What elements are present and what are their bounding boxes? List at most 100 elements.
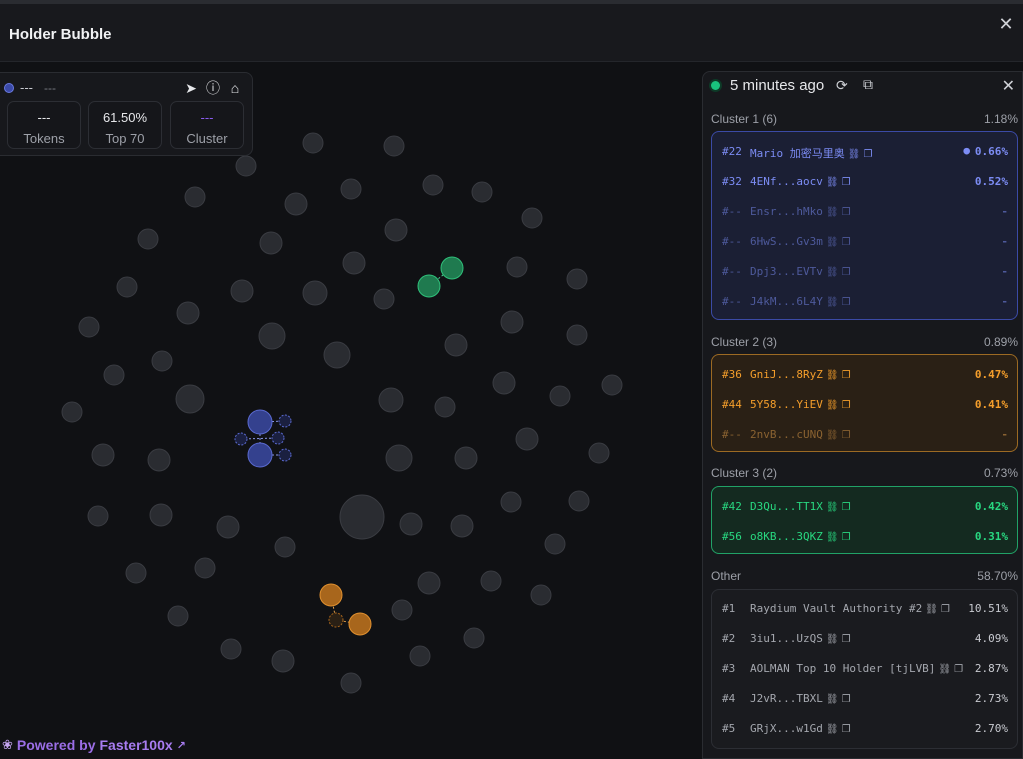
holder-row[interactable]: #42 D3Qu...TT1X ⛓ ❐ 0.42% <box>722 498 1008 516</box>
holder-bubble[interactable] <box>184 186 206 208</box>
copy-icon[interactable]: ❐ <box>842 502 851 513</box>
holder-bubble[interactable] <box>149 503 173 527</box>
holder-row[interactable]: #-- Ensr...hMko ⛓ ❐ - <box>722 203 1008 221</box>
holder-address[interactable]: 6HwS...Gv3m <box>750 235 823 248</box>
holder-bubble[interactable] <box>340 672 362 694</box>
holder-bubble[interactable] <box>383 135 405 157</box>
holder-address[interactable]: Raydium Vault Authority #2 <box>750 602 922 615</box>
holder-bubble[interactable] <box>566 324 588 346</box>
cluster-2-bubble[interactable] <box>328 612 344 628</box>
holder-bubble[interactable] <box>323 341 351 369</box>
holder-address[interactable]: GniJ...8RyZ <box>750 368 823 381</box>
copy-icon[interactable]: ❐ <box>842 237 851 248</box>
cluster-1-bubble[interactable] <box>278 448 292 462</box>
holder-address[interactable]: Mario 加密马里奥 <box>750 147 845 160</box>
holder-bubble[interactable] <box>391 599 413 621</box>
cluster-1-bubble[interactable] <box>234 432 248 446</box>
holder-bubble[interactable] <box>61 401 83 423</box>
holder-address[interactable]: 2nvB...cUNQ <box>750 428 823 441</box>
holder-address[interactable]: o8KB...3QKZ <box>750 530 823 543</box>
holder-bubble[interactable] <box>515 427 539 451</box>
holder-bubble[interactable] <box>147 448 171 472</box>
holder-bubble[interactable] <box>399 512 423 536</box>
link-icon[interactable]: ⛓ <box>826 400 839 411</box>
close-panel-icon[interactable]: ✕ <box>1002 76 1015 96</box>
copy-icon[interactable]: ❐ <box>842 400 851 411</box>
tag-icon[interactable]: ⌂ <box>227 80 243 96</box>
holder-row[interactable]: #3 AOLMAN Top 10 Holder [tjLVB] ⛓ ❐ 2.87% <box>722 660 1008 678</box>
holder-bubble[interactable] <box>151 350 173 372</box>
link-icon[interactable]: ⛓ <box>826 694 839 705</box>
copy-icon[interactable]: ❐ <box>842 267 851 278</box>
holder-bubble[interactable] <box>216 515 240 539</box>
holder-bubble[interactable] <box>471 181 493 203</box>
holder-bubble[interactable] <box>339 494 385 540</box>
holder-bubble[interactable] <box>378 387 404 413</box>
holder-bubble[interactable] <box>302 280 328 306</box>
bubble-map-svg[interactable] <box>0 63 700 759</box>
holder-bubble[interactable] <box>230 279 254 303</box>
holder-bubble[interactable] <box>274 536 296 558</box>
holder-address[interactable]: D3Qu...TT1X <box>750 500 823 513</box>
holder-bubble[interactable] <box>500 310 524 334</box>
holder-bubble[interactable] <box>450 514 474 538</box>
copy-icon[interactable]: ❐ <box>842 207 851 218</box>
copy-icon[interactable]: ❐ <box>954 664 963 675</box>
copy-icon[interactable]: ❐ <box>842 297 851 308</box>
holder-bubble[interactable] <box>544 533 566 555</box>
copy-icon[interactable]: ❐ <box>842 694 851 705</box>
holder-bubble[interactable] <box>116 276 138 298</box>
holder-bubble[interactable] <box>492 371 516 395</box>
holder-row[interactable]: #2 3iu1...UzQS ⛓ ❐ 4.09% <box>722 630 1008 648</box>
holder-address[interactable]: GRjX...w1Gd <box>750 722 823 735</box>
cluster-1-bubble[interactable] <box>271 431 285 445</box>
holder-bubble[interactable] <box>91 443 115 467</box>
help-icon[interactable]: ⓘ <box>205 80 221 96</box>
holder-address[interactable]: 5Y58...YiEV <box>750 398 823 411</box>
holder-row[interactable]: #-- J4kM...6L4Y ⛓ ❐ - <box>722 293 1008 311</box>
link-icon[interactable]: ⛓ <box>826 430 839 441</box>
holder-bubble[interactable] <box>444 333 468 357</box>
cluster-2-bubble[interactable] <box>319 583 343 607</box>
link-icon[interactable]: ⛓ <box>826 297 839 308</box>
holder-bubble[interactable] <box>409 645 431 667</box>
holder-bubble[interactable] <box>167 605 189 627</box>
holder-bubble[interactable] <box>284 192 308 216</box>
holder-bubble[interactable] <box>342 251 366 275</box>
holder-row[interactable]: #-- Dpj3...EVTv ⛓ ❐ - <box>722 263 1008 281</box>
holder-bubble[interactable] <box>463 627 485 649</box>
copy-icon[interactable]: ❐ <box>842 177 851 188</box>
holder-bubble[interactable] <box>258 322 286 350</box>
link-icon[interactable]: ⛓ <box>938 664 951 675</box>
cluster-1-bubbles[interactable] <box>234 409 292 468</box>
link-icon[interactable]: ⛓ <box>826 532 839 543</box>
cluster-3-bubbles[interactable] <box>417 256 464 298</box>
holder-row[interactable]: #56 o8KB...3QKZ ⛓ ❐ 0.31% <box>722 528 1008 546</box>
holder-bubble[interactable] <box>125 562 147 584</box>
cluster-1-bubble[interactable] <box>247 442 273 468</box>
holder-address[interactable]: J4kM...6L4Y <box>750 295 823 308</box>
link-icon[interactable]: ⛓ <box>826 370 839 381</box>
telegram-icon[interactable]: ➤ <box>183 80 199 96</box>
refresh-icon[interactable]: ⟳ <box>836 77 848 94</box>
link-icon[interactable]: ⛓ <box>848 149 861 160</box>
holder-bubble[interactable] <box>434 396 456 418</box>
cluster-3-bubble[interactable] <box>417 274 441 298</box>
holder-bubble[interactable] <box>87 505 109 527</box>
bubble-map[interactable] <box>0 63 700 759</box>
holder-address[interactable]: 4ENf...aocv <box>750 175 823 188</box>
cluster-2-bubble[interactable] <box>348 612 372 636</box>
holder-bubble[interactable] <box>549 385 571 407</box>
link-icon[interactable]: ⛓ <box>826 207 839 218</box>
holder-bubble[interactable] <box>530 584 552 606</box>
copy-icon[interactable]: ❐ <box>842 724 851 735</box>
holder-bubble[interactable] <box>384 218 408 242</box>
holder-row[interactable]: #44 5Y58...YiEV ⛓ ❐ 0.41% <box>722 396 1008 414</box>
holder-row[interactable]: #36 GniJ...8RyZ ⛓ ❐ 0.47% <box>722 366 1008 384</box>
holder-bubble[interactable] <box>176 301 200 325</box>
powered-by[interactable]: ❀ Powered by Faster100x ↗ <box>2 737 186 753</box>
holder-bubble[interactable] <box>506 256 528 278</box>
holder-bubble[interactable] <box>271 649 295 673</box>
holder-bubble[interactable] <box>103 364 125 386</box>
external-link-icon[interactable]: ↗ <box>177 739 186 752</box>
